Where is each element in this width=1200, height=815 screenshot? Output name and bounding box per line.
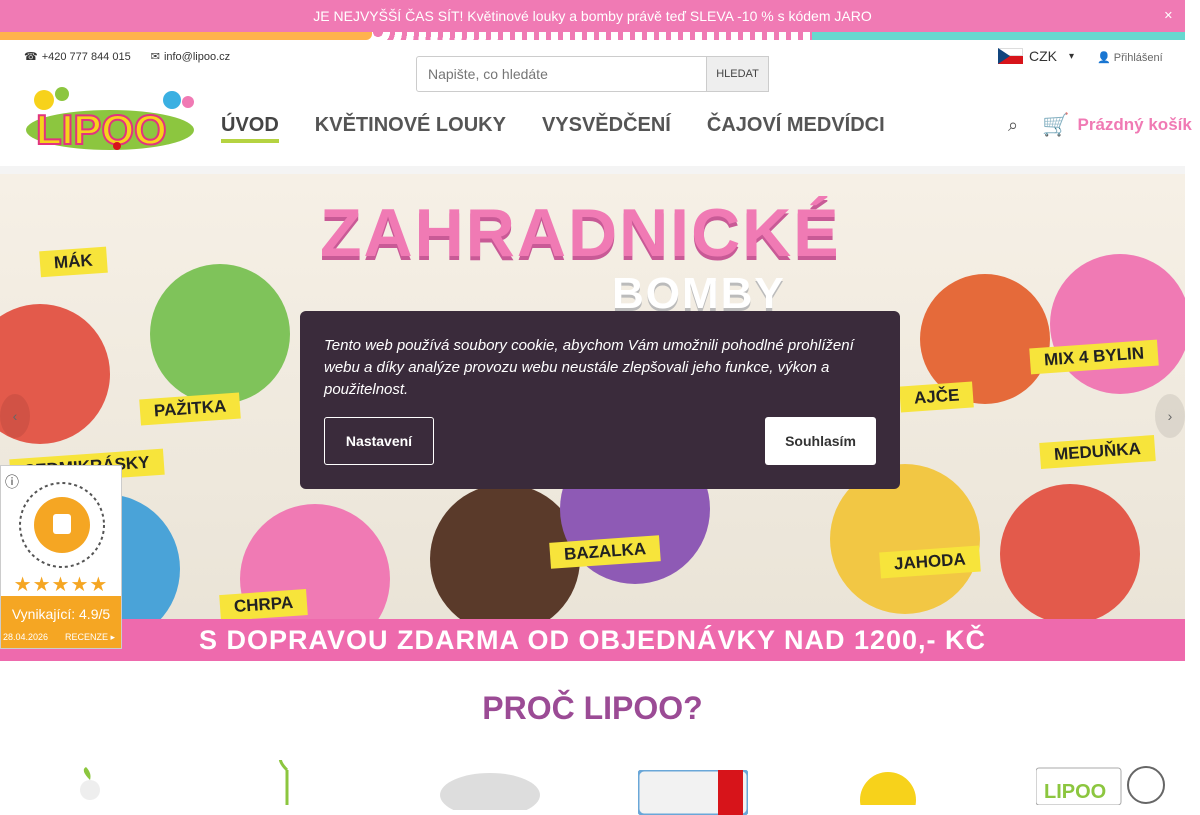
banner-title: ZAHRADNICKÉ	[320, 195, 841, 271]
contact-info: ☎ +420 777 844 015 ✉ info@lipoo.cz	[24, 50, 230, 64]
search-input[interactable]	[416, 56, 707, 92]
email-link[interactable]: ✉ info@lipoo.cz	[150, 50, 230, 64]
user-icon: 👤	[1097, 52, 1111, 64]
seed-ball	[1050, 254, 1185, 394]
carousel-next-button[interactable]: ›	[1155, 394, 1185, 438]
nav-item-kvetinove-louky[interactable]: KVĚTINOVÉ LOUKY	[315, 114, 506, 143]
mail-icon: ✉	[150, 51, 160, 63]
cart-label: Prázdný košík	[1077, 115, 1192, 134]
award-badge-icon	[19, 482, 105, 568]
customer-award-widget[interactable]: ⓘ ★★★★★ Vynikající: 4.9/5 28.04.2026 REC…	[0, 465, 122, 649]
award-score: Vynikající: 4.9/5	[11, 606, 111, 622]
seed-ball	[1000, 484, 1140, 624]
award-date: 28.04.2026	[3, 632, 49, 642]
banner-tag: MÁK	[39, 246, 108, 278]
sun-icon	[860, 772, 916, 805]
cart-icon: 🛒	[1042, 112, 1070, 137]
banner-tag: AJČE	[899, 381, 975, 413]
phone-link[interactable]: ☎ +420 777 844 015	[24, 50, 131, 64]
search-button[interactable]: HLEDAT	[707, 56, 769, 92]
package-icon	[638, 770, 748, 815]
currency-code: CZK	[1029, 48, 1057, 64]
carousel-prev-button[interactable]: ‹	[0, 394, 30, 438]
cookie-settings-button[interactable]: Nastavení	[324, 417, 434, 465]
banner-free-shipping: S DOPRAVOU ZDARMA OD OBJEDNÁVKY NAD 1200…	[0, 619, 1185, 661]
phone-icon: ☎	[24, 51, 38, 63]
chevron-down-icon: ▾	[1069, 50, 1075, 62]
cookie-accept-button[interactable]: Souhlasím	[765, 417, 876, 465]
currency-selector[interactable]: CZK ▾	[998, 48, 1074, 64]
banner-tag: MEDUŇKA	[1039, 435, 1156, 469]
rating-stars: ★★★★★	[13, 574, 109, 596]
features-icons-row: LIPOO	[0, 755, 1185, 815]
promo-bar: JE NEJVYŠŠÍ ČAS SÍT! Květinové louky a b…	[0, 0, 1185, 32]
nav-item-cajovi-medvidci[interactable]: ČAJOVÍ MEDVÍDCI	[707, 114, 885, 143]
seed-ball	[150, 264, 290, 404]
promo-text: JE NEJVYŠŠÍ ČAS SÍT! Květinové louky a b…	[313, 8, 872, 24]
award-reviews-link[interactable]: RECENZE ▸	[65, 632, 115, 643]
seedling-icon	[278, 760, 289, 805]
cookie-dialog: Tento web používá soubory cookie, abycho…	[300, 311, 900, 489]
nav-item-uvod[interactable]: ÚVOD	[221, 114, 279, 143]
flower-icon	[440, 773, 540, 810]
close-icon[interactable]: ✕	[1164, 9, 1173, 22]
sprout-icon	[80, 767, 100, 800]
search-icon[interactable]: ⌕	[1008, 115, 1018, 136]
lipoo-package-icon: LIPOO	[1036, 766, 1165, 805]
decorative-border	[0, 32, 1185, 40]
nav-item-vysvedceni[interactable]: VYSVĚDČENÍ	[542, 114, 671, 143]
header-actions: ⌕ 🛒 Prázdný košík	[1008, 112, 1192, 138]
login-link[interactable]: 👤 Přihlášení	[1097, 51, 1163, 64]
banner-tag: PAŽITKA	[139, 392, 242, 426]
section-title: PROČ LIPOO?	[482, 690, 703, 726]
lipoo-logo[interactable]: LIPOO	[22, 86, 198, 154]
svg-text:LIPOO: LIPOO	[36, 106, 167, 153]
header-divider	[0, 166, 1185, 174]
cart-button[interactable]: 🛒 Prázdný košík	[1042, 112, 1192, 138]
main-nav: ÚVOD KVĚTINOVÉ LOUKY VYSVĚDČENÍ ČAJOVÍ M…	[221, 114, 885, 143]
search-form: HLEDAT	[416, 56, 769, 92]
czech-flag-icon	[998, 48, 1023, 64]
cookie-text: Tento web používá soubory cookie, abycho…	[324, 337, 854, 398]
